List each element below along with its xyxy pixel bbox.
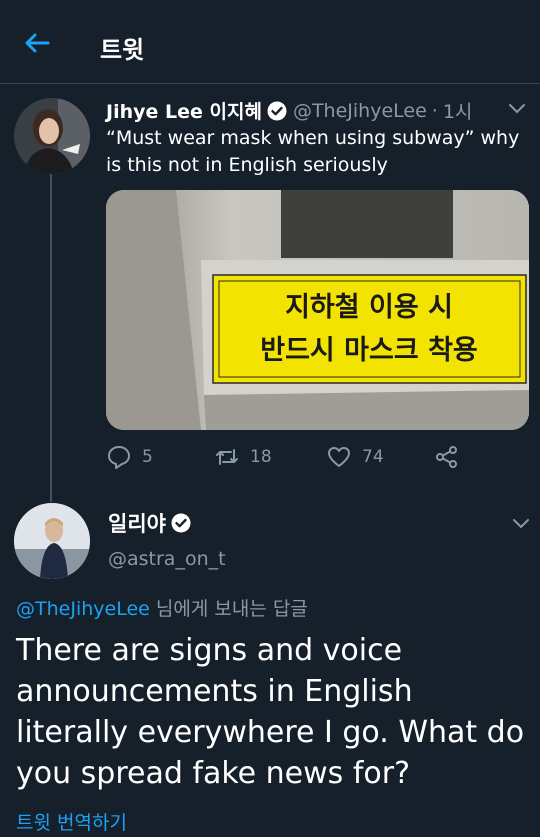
sign-text-line1: 지하철 이용 시 xyxy=(285,292,453,323)
share-button[interactable] xyxy=(434,444,460,470)
avatar[interactable] xyxy=(14,98,90,174)
translate-tweet-link[interactable]: 트윗 번역하기 xyxy=(16,808,127,835)
reply-to-mention[interactable]: @TheJihyeLee xyxy=(16,598,150,620)
chevron-down-icon[interactable] xyxy=(512,518,530,530)
verified-badge-icon xyxy=(171,513,191,533)
avatar-image xyxy=(14,98,90,174)
retweet-icon xyxy=(216,449,238,465)
author-handle[interactable]: @TheJihyeLee xyxy=(293,100,427,122)
back-button[interactable] xyxy=(22,28,52,58)
sign-text-line2: 반드시 마스크 착용 xyxy=(260,335,478,366)
top-bar: 트윗 xyxy=(0,0,540,84)
tweet-image[interactable]: 지하철 이용 시 반드시 마스크 착용 xyxy=(106,190,529,430)
tweet-text: “Must wear mask when using subway” why i… xyxy=(106,127,520,176)
arrow-left-icon xyxy=(25,33,50,53)
reply-button[interactable]: 5 xyxy=(106,444,153,470)
tweet-actions: 5 18 74 xyxy=(106,444,486,474)
like-button[interactable]: 74 xyxy=(326,444,384,470)
reply-avatar-image xyxy=(14,503,90,579)
tweet-timestamp[interactable]: 1시 xyxy=(443,97,473,124)
reply-icon xyxy=(108,446,130,469)
verified-badge-icon xyxy=(267,101,287,120)
thread-connector-line xyxy=(50,172,52,502)
separator-dot: · xyxy=(431,99,438,122)
retweet-count: 18 xyxy=(250,447,272,467)
reply-text: There are signs and voice announcements … xyxy=(16,633,525,791)
page-title: 트윗 xyxy=(100,36,145,64)
author-name[interactable]: Jihye Lee 이지혜 xyxy=(106,97,262,124)
like-count: 74 xyxy=(362,447,384,467)
reply-to-suffix: 님에게 보내는 답글 xyxy=(149,598,308,620)
tweet-author-line: Jihye Lee 이지혜 @TheJihyeLee · 1시 xyxy=(106,97,472,124)
reply-avatar[interactable] xyxy=(14,503,90,579)
replying-to-line: @TheJihyeLee 님에게 보내는 답글 xyxy=(16,594,308,621)
reply-count: 5 xyxy=(142,447,153,467)
subway-sign-photo: 지하철 이용 시 반드시 마스크 착용 xyxy=(106,190,529,430)
reply-author-handle[interactable]: @astra_on_t xyxy=(108,548,226,570)
share-icon xyxy=(436,446,457,468)
retweet-button[interactable]: 18 xyxy=(214,444,272,470)
chevron-down-icon[interactable] xyxy=(508,103,526,115)
reply-author-line: 일리야 xyxy=(108,508,197,538)
heart-icon xyxy=(328,447,350,467)
reply-author-name[interactable]: 일리야 xyxy=(108,508,166,538)
